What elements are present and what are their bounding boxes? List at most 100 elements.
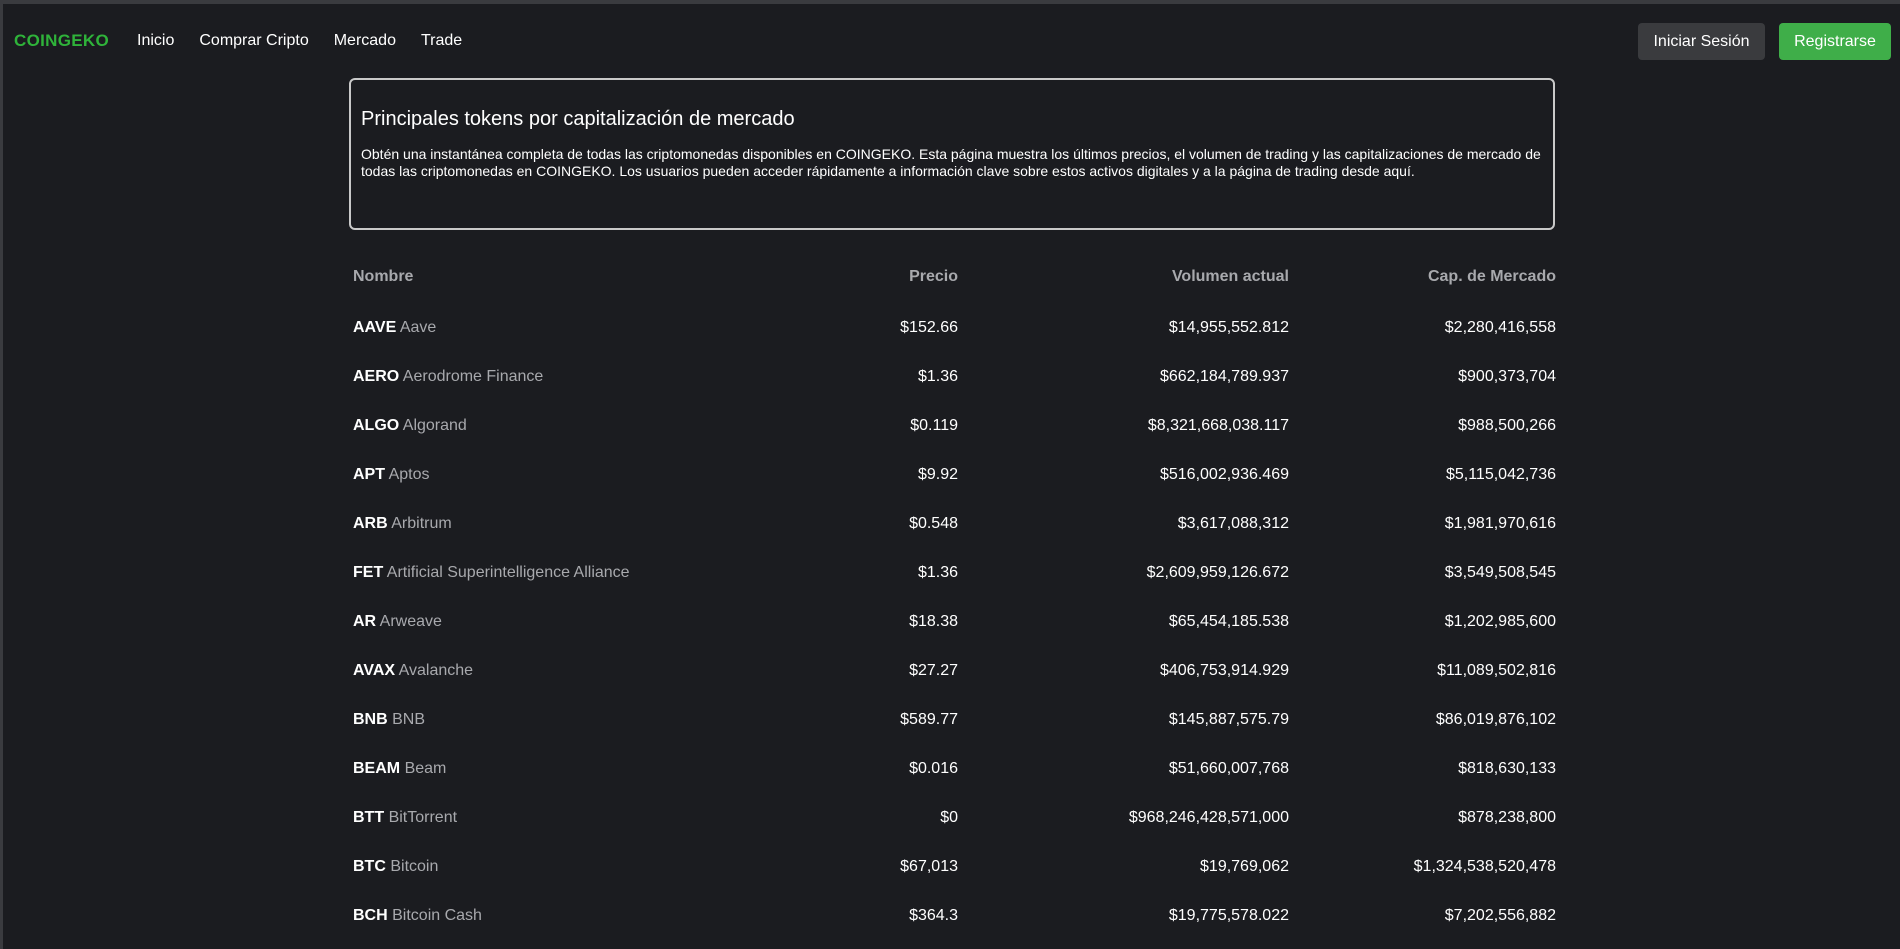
token-fullname: Bitcoin <box>390 858 439 875</box>
table-row[interactable]: BCH Bitcoin Cash $364.3 $19,775,578.022 $7,… <box>350 895 1556 944</box>
token-name-cell[interactable]: BEAM Beam <box>353 760 446 778</box>
token-market-cap: $1,981,970,616 <box>1444 515 1556 532</box>
token-symbol: BCH <box>353 907 388 924</box>
table-row[interactable]: BNB BNB $589.77 $145,887,575.79 $86,019,876… <box>350 699 1556 748</box>
token-name-cell[interactable]: APT Aptos <box>353 466 429 484</box>
token-volume: $406,753,914.929 <box>1159 662 1289 679</box>
token-name-cell[interactable]: FET Artificial Superintelligence Allianc… <box>353 564 630 582</box>
token-name-cell[interactable]: AAVE Aave <box>353 319 436 337</box>
token-market-cap: $988,500,266 <box>1458 417 1556 434</box>
token-symbol: AERO <box>353 368 400 385</box>
register-button[interactable]: Registrarse <box>1779 23 1891 60</box>
token-fullname: BitTorrent <box>388 809 458 826</box>
table-row[interactable]: APT Aptos $9.92 $516,002,936.469 $5,115,042… <box>350 454 1556 503</box>
token-market-cap: $11,089,502,816 <box>1437 662 1556 679</box>
token-market-cap: $3,549,508,545 <box>1444 564 1556 581</box>
token-name-cell[interactable]: ALGO Algorand <box>353 417 467 435</box>
token-symbol: APT <box>353 466 385 483</box>
token-symbol: ALGO <box>353 417 400 434</box>
column-header-precio[interactable]: Precio <box>909 268 958 286</box>
token-market-cap: $1,324,538,520,478 <box>1413 858 1556 875</box>
token-name-cell[interactable]: AERO Aerodrome Finance <box>353 368 543 386</box>
token-fullname: BNB <box>392 711 426 728</box>
token-name-cell[interactable]: AR Arweave <box>353 613 442 631</box>
nav-link-trade[interactable]: Trade <box>421 32 462 50</box>
token-name-cell[interactable]: AVAX Avalanche <box>353 662 473 680</box>
token-name-cell[interactable]: BTT BitTorrent <box>353 809 457 827</box>
token-fullname: Artificial Superintelligence Alliance <box>386 564 630 581</box>
table-row[interactable]: FET Artificial Superintelligence Allianc… <box>350 552 1556 601</box>
nav-link-inicio[interactable]: Inicio <box>137 32 174 50</box>
token-fullname: Algorand <box>402 417 467 434</box>
token-name-cell[interactable]: ARB Arbitrum <box>353 515 452 533</box>
token-market-cap: $2,280,416,558 <box>1444 319 1556 336</box>
token-price: $1.36 <box>917 368 958 385</box>
table-row[interactable]: BTC Bitcoin $67,013 $19,769,062 $1,324,538,… <box>350 846 1556 895</box>
token-volume: $2,609,959,126.672 <box>1146 564 1289 581</box>
tokens-table: Nombre Precio Volumen actual Cap. de Mer… <box>350 258 1556 944</box>
token-symbol: AAVE <box>353 319 397 336</box>
table-row[interactable]: AAVE Aave $152.66 $14,955,552.812 $2,280,41… <box>350 307 1556 356</box>
table-row[interactable]: AVAX Avalanche $27.27 $406,753,914.929 $11,… <box>350 650 1556 699</box>
table-header: Nombre Precio Volumen actual Cap. de Mer… <box>350 258 1556 307</box>
token-symbol: BTT <box>353 809 385 826</box>
table-row[interactable]: AERO Aerodrome Finance $1.36 $662,184,789.… <box>350 356 1556 405</box>
token-price: $1.36 <box>917 564 958 581</box>
token-fullname: Arweave <box>379 613 442 630</box>
token-fullname: Bitcoin Cash <box>392 907 482 924</box>
nav-link-mercado[interactable]: Mercado <box>334 32 396 50</box>
token-price: $9.92 <box>917 466 958 483</box>
token-price: $589.77 <box>900 711 958 728</box>
token-symbol: FET <box>353 564 384 581</box>
token-market-cap: $7,202,556,882 <box>1444 907 1556 924</box>
main-nav: Inicio Comprar Cripto Mercado Trade <box>137 32 487 50</box>
login-button[interactable]: Iniciar Sesión <box>1638 23 1765 60</box>
token-volume: $14,955,552.812 <box>1168 319 1289 336</box>
token-fullname: Arbitrum <box>391 515 452 532</box>
token-fullname: Aerodrome Finance <box>402 368 544 385</box>
token-market-cap: $818,630,133 <box>1458 760 1556 777</box>
token-symbol: ARB <box>353 515 388 532</box>
token-name-cell[interactable]: BCH Bitcoin Cash <box>353 907 482 925</box>
token-market-cap: $878,238,800 <box>1458 809 1556 826</box>
token-price: $18.38 <box>909 613 958 630</box>
table-row[interactable]: BEAM Beam $0.016 $51,660,007,768 $818,630,1… <box>350 748 1556 797</box>
token-volume: $145,887,575.79 <box>1168 711 1289 728</box>
column-header-nombre[interactable]: Nombre <box>353 268 413 286</box>
token-price: $0 <box>940 809 958 826</box>
token-name-cell[interactable]: BTC Bitcoin <box>353 858 438 876</box>
token-market-cap: $900,373,704 <box>1458 368 1556 385</box>
token-volume: $3,617,088,312 <box>1177 515 1289 532</box>
token-market-cap: $1,202,985,600 <box>1444 613 1556 630</box>
token-volume: $19,769,062 <box>1200 858 1289 875</box>
token-price: $364.3 <box>909 907 958 924</box>
app-window: COINGEKO Inicio Comprar Cripto Mercado T… <box>0 0 1900 949</box>
token-price: $27.27 <box>909 662 958 679</box>
token-volume: $516,002,936.469 <box>1159 466 1289 483</box>
token-name-cell[interactable]: BNB BNB <box>353 711 425 729</box>
table-row[interactable]: ALGO Algorand $0.119 $8,321,668,038.117 $98… <box>350 405 1556 454</box>
token-price: $67,013 <box>900 858 958 875</box>
token-volume: $65,454,185.538 <box>1168 613 1289 630</box>
token-market-cap: $5,115,042,736 <box>1445 466 1556 483</box>
column-header-volumen[interactable]: Volumen actual <box>1172 268 1289 286</box>
token-symbol: AVAX <box>353 662 396 679</box>
table-row[interactable]: AR Arweave $18.38 $65,454,185.538 $1,202,98… <box>350 601 1556 650</box>
column-header-cap[interactable]: Cap. de Mercado <box>1428 268 1556 286</box>
token-price: $0.016 <box>909 760 958 777</box>
page-title: Principales tokens por capitalización de… <box>361 108 795 130</box>
token-fullname: Avalanche <box>398 662 474 679</box>
token-fullname: Beam <box>404 760 447 777</box>
top-navbar: COINGEKO Inicio Comprar Cripto Mercado T… <box>3 4 1900 80</box>
table-row[interactable]: ARB Arbitrum $0.548 $3,617,088,312 $1,981,9… <box>350 503 1556 552</box>
token-price: $0.119 <box>910 417 958 434</box>
intro-card: Principales tokens por capitalización de… <box>349 78 1555 230</box>
token-symbol: BTC <box>353 858 386 875</box>
token-volume: $8,321,668,038.117 <box>1147 417 1289 434</box>
token-symbol: AR <box>353 613 377 630</box>
brand-logo[interactable]: COINGEKO <box>14 31 109 51</box>
token-fullname: Aptos <box>388 466 430 483</box>
nav-link-comprar-cripto[interactable]: Comprar Cripto <box>199 32 308 50</box>
token-symbol: BNB <box>353 711 388 728</box>
table-row[interactable]: BTT BitTorrent $0 $968,246,428,571,000 $878… <box>350 797 1556 846</box>
